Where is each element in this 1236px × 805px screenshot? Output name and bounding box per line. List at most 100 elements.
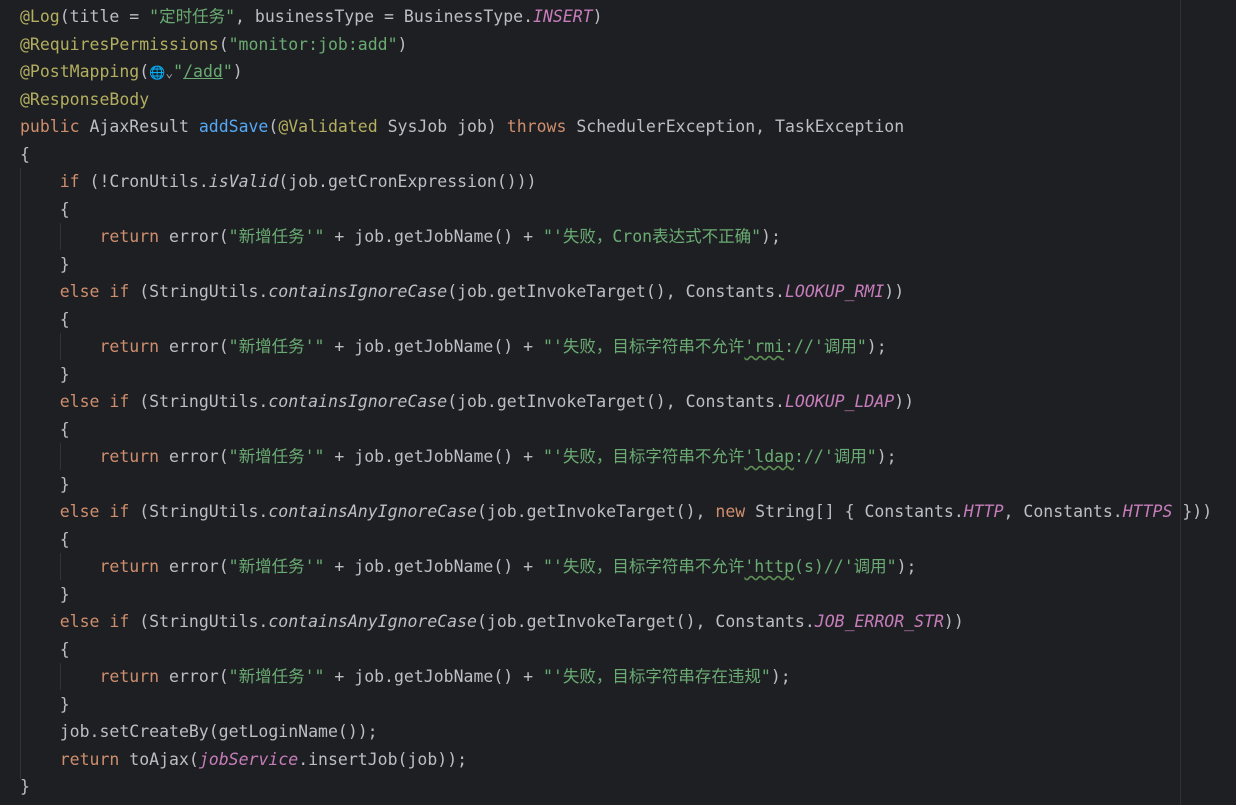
keyword-token: else if [59,392,130,411]
string-token: "新增任务'" [228,447,325,466]
code-line[interactable]: else if (StringUtils.containsIgnoreCase(… [20,278,1212,306]
string-token: "新增任务'" [228,557,325,576]
code-token: )) [884,282,905,301]
code-token: ); [896,557,917,576]
code-line[interactable]: { [20,526,1212,554]
code-token: } [20,364,70,384]
string-token: "新增任务'" [228,227,325,246]
code-token: ( [268,117,279,136]
code-token: } [20,254,70,274]
code-token: + job.getJobName() + [324,667,543,686]
code-line[interactable]: } [20,691,1212,719]
code-token: error( [159,447,229,466]
constant-token: JOB_ERROR_STR [814,612,944,631]
code-line[interactable]: @Log(title = "定时任务", businessType = Busi… [20,3,1212,31]
string-token: "'失败，Cron表达式不正确" [543,227,762,246]
code-token: ) [232,62,243,81]
code-token: (job.getCronExpression())) [278,172,537,191]
code-line[interactable]: return error("新增任务'" + job.getJobName() … [20,333,1212,361]
code-line[interactable]: } [20,251,1212,279]
code-token: , Constants. [1003,502,1123,521]
constant-token: LOOKUP_LDAP [784,392,895,411]
code-token: )) [943,612,964,631]
code-line[interactable]: } [20,471,1212,499]
code-token: SysJob job) [377,117,507,136]
annotation-token: @RequiresPermissions [20,34,219,54]
code-line[interactable]: public AjaxResult addSave(@Validated Sys… [20,113,1212,141]
code-content[interactable]: @Log(title = "定时任务", businessType = Busi… [20,3,1212,801]
spellcheck-warning-token: 'rmi [744,337,785,356]
code-token: (job.getInvokeTarget(), Constants. [447,282,785,301]
code-line[interactable]: return error("新增任务'" + job.getJobName() … [20,663,1212,691]
code-line[interactable]: { [20,416,1212,444]
code-line[interactable]: return toAjax(jobService.insertJob(job))… [20,746,1212,774]
code-token: )) [894,392,915,411]
code-token: toAjax( [119,749,199,769]
code-line[interactable]: @ResponseBody [20,86,1212,114]
url-path-link[interactable]: /add [183,62,223,81]
string-token: "'失败，目标字符串存在违规" [543,667,771,686]
code-token: .insertJob(job)); [298,749,468,769]
code-token: + job.getJobName() + [324,227,543,246]
code-token: { [20,144,30,164]
code-token: (StringUtils. [129,502,269,521]
string-token: " [222,62,233,81]
code-line[interactable]: { [20,141,1212,169]
code-line[interactable]: } [20,773,1212,801]
code-line[interactable]: { [20,636,1212,664]
spellcheck-warning-token: 'ldap [744,447,795,466]
constant-token: HTTP [963,502,1004,521]
keyword-token: if [59,172,80,191]
code-line[interactable]: { [20,196,1212,224]
keyword-token: return [99,447,160,466]
constant-token: INSERT [533,7,593,26]
globe-icon[interactable]: 🌐 [149,60,165,88]
string-token: "monitor:job:add" [228,34,398,54]
keyword-token: else if [59,282,130,301]
annotation-token: @Validated [278,117,378,136]
string-token: "'失败，目标字符串不允许 [543,337,745,356]
code-line[interactable]: @PostMapping(🌐⌄"/add") [20,58,1212,86]
code-token: { [20,199,70,219]
string-token: "'失败，目标字符串不允许 [543,447,745,466]
code-token: } [20,694,70,714]
code-token: } [20,584,70,604]
code-line[interactable]: return error("新增任务'" + job.getJobName() … [20,553,1212,581]
code-line[interactable]: { [20,306,1212,334]
code-editor[interactable]: @Log(title = "定时任务", businessType = Busi… [0,0,1236,805]
code-line[interactable]: return error("新增任务'" + job.getJobName() … [20,223,1212,251]
code-line[interactable]: else if (StringUtils.containsAnyIgnoreCa… [20,608,1212,636]
code-token: error( [159,337,229,356]
code-line[interactable]: job.setCreateBy(getLoginName()); [20,718,1212,746]
code-line[interactable]: if (!CronUtils.isValid(job.getCronExpres… [20,168,1212,196]
static-method-token: containsAnyIgnoreCase [268,502,477,521]
code-token: })) [1172,502,1213,521]
code-token: String[] { Constants. [745,502,964,521]
spellcheck-warning-token: 'http [744,557,795,576]
code-line[interactable]: else if (StringUtils.containsIgnoreCase(… [20,388,1212,416]
code-line[interactable]: } [20,361,1212,389]
code-token: } [20,474,70,494]
code-token: { [20,639,70,659]
code-line[interactable]: } [20,581,1212,609]
code-token: + job.getJobName() + [324,557,543,576]
string-token: "新增任务'" [228,337,325,356]
constant-token: LOOKUP_RMI [784,282,885,301]
keyword-token: return [99,337,160,356]
code-token: + job.getJobName() + [324,447,543,466]
code-line[interactable]: return error("新增任务'" + job.getJobName() … [20,443,1212,471]
code-line[interactable]: @RequiresPermissions("monitor:job:add") [20,31,1212,59]
keyword-token: else if [59,612,130,631]
code-line[interactable]: else if (StringUtils.containsAnyIgnoreCa… [20,498,1212,526]
code-token: ( [218,34,229,54]
string-token: " [173,62,184,81]
string-token: ://'调用" [784,337,867,356]
chevron-down-icon[interactable]: ⌄ [165,60,173,88]
code-token: ) [397,34,408,54]
